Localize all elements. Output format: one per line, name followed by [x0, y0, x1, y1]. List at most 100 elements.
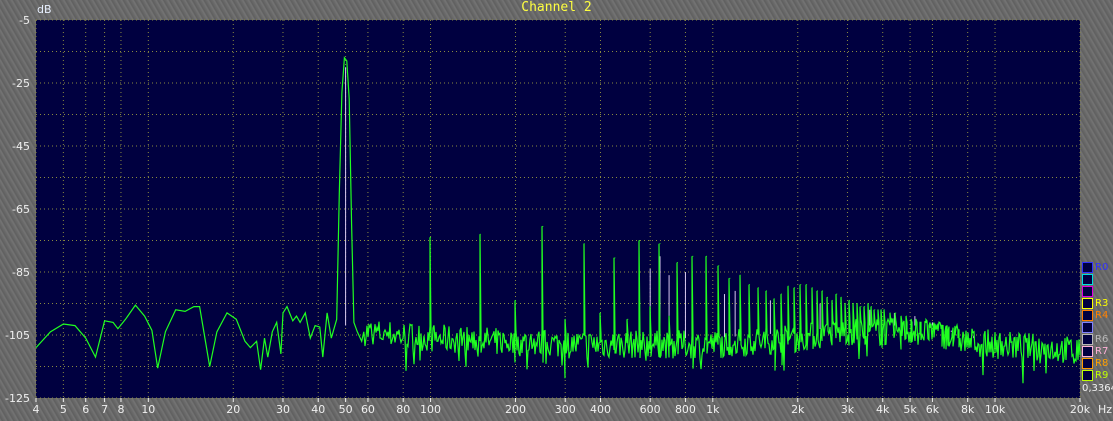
- harmonic-peak: [840, 296, 842, 298]
- harmonic-peak: [905, 315, 907, 317]
- x-tick-label: 100: [420, 403, 441, 416]
- x-tick-label: 6k: [926, 403, 940, 416]
- harmonic-peak: [944, 331, 946, 333]
- legend-label: R7: [1095, 345, 1109, 357]
- harmonic-peak: [766, 290, 768, 292]
- legend-item[interactable]: R7: [1082, 345, 1108, 357]
- harmonic-peak: [800, 284, 802, 286]
- harmonic-peak: [940, 328, 942, 330]
- harmonic-peak: [729, 277, 731, 279]
- harmonic-peak: [822, 290, 824, 292]
- legend-swatch[interactable]: [1082, 357, 1093, 369]
- harmonic-peak: [757, 287, 759, 289]
- x-tick-label: 200: [505, 403, 526, 416]
- harmonic-peak: [659, 243, 661, 245]
- harmonic-peak: [910, 318, 912, 320]
- harmonic-peak: [864, 306, 866, 308]
- harmonic-peak: [860, 306, 862, 308]
- legend-swatch[interactable]: [1082, 369, 1093, 381]
- value-readout: 0,3364: [1082, 383, 1113, 394]
- harmonic-peak: [806, 284, 808, 286]
- legend-swatch[interactable]: [1082, 345, 1093, 357]
- legend-item[interactable]: R8: [1082, 357, 1108, 369]
- legend-swatch[interactable]: [1082, 261, 1093, 273]
- harmonic-peak: [794, 287, 796, 289]
- x-tick-label: 2k: [791, 403, 805, 416]
- harmonic-peak: [718, 265, 720, 267]
- x-tick-label: 300: [555, 403, 576, 416]
- x-tick-label: 800: [675, 403, 696, 416]
- legend-swatch[interactable]: [1082, 297, 1093, 309]
- legend-swatch[interactable]: [1082, 321, 1093, 333]
- x-axis-unit: Hz: [1098, 403, 1112, 416]
- harmonic-peak: [564, 318, 566, 320]
- harmonic-peak: [430, 236, 432, 238]
- harmonic-peak: [542, 225, 544, 227]
- legend-swatch[interactable]: [1082, 333, 1093, 345]
- harmonic-peak: [948, 331, 950, 333]
- legend-item[interactable]: [1082, 273, 1108, 285]
- legend-item[interactable]: [1082, 321, 1108, 333]
- harmonic-peak: [827, 296, 829, 298]
- x-tick-label: 10k: [985, 403, 1006, 416]
- harmonic-peak: [870, 306, 872, 308]
- y-tick-label: -25: [12, 77, 30, 90]
- x-tick-label: 20k: [1070, 403, 1091, 416]
- y-tick-label: -85: [12, 266, 30, 279]
- harmonic-peak: [706, 255, 708, 257]
- harmonic-peak: [614, 257, 616, 259]
- harmonic-peak: [877, 309, 879, 311]
- legend-label: R9: [1095, 369, 1109, 381]
- x-tick-label: 40: [311, 403, 325, 416]
- harmonic-peak: [889, 312, 891, 314]
- harmonic-peak: [639, 240, 641, 241]
- harmonic-peak: [844, 303, 846, 304]
- harmonic-peak: [915, 318, 917, 320]
- x-tick-label: 600: [640, 403, 661, 416]
- trace-legend: R0 R3 R4 R6 R7 R8 R9: [1082, 261, 1108, 381]
- y-tick-label: -105: [5, 329, 30, 342]
- legend-swatch[interactable]: [1082, 273, 1093, 285]
- x-tick-label: 3k: [841, 403, 855, 416]
- harmonic-peak: [811, 287, 813, 289]
- legend-item[interactable]: R0: [1082, 261, 1108, 273]
- harmonic-peak: [773, 298, 775, 300]
- harmonic-peak: [692, 255, 694, 257]
- harmonic-peak: [836, 293, 838, 295]
- harmonic-peak: [780, 293, 782, 295]
- x-tick-label: 1k: [706, 403, 720, 416]
- legend-swatch[interactable]: [1082, 285, 1093, 297]
- harmonic-peak: [817, 290, 819, 292]
- harmonic-peak: [955, 334, 957, 336]
- harmonic-peak: [583, 243, 585, 245]
- legend-item[interactable]: R6: [1082, 333, 1108, 345]
- harmonic-peak: [649, 306, 651, 308]
- legend-swatch[interactable]: [1082, 309, 1093, 321]
- legend-item[interactable]: R3: [1082, 297, 1108, 309]
- y-tick-label: -65: [12, 203, 30, 216]
- x-tick-label: 4k: [876, 403, 890, 416]
- legend-item[interactable]: R4: [1082, 309, 1108, 321]
- x-tick-label: 60: [361, 403, 375, 416]
- x-tick-label: 80: [396, 403, 410, 416]
- legend-label: R0: [1095, 261, 1109, 273]
- x-tick-label: 20: [226, 403, 240, 416]
- harmonic-peak: [895, 312, 897, 314]
- harmonic-peak: [515, 299, 517, 301]
- harmonic-peak: [831, 299, 833, 301]
- legend-label: R6: [1095, 333, 1109, 345]
- x-tick-label: 5k: [903, 403, 917, 416]
- harmonic-peak: [668, 315, 670, 317]
- harmonic-peak: [951, 334, 953, 336]
- harmonic-peak: [677, 262, 679, 264]
- legend-item[interactable]: R9: [1082, 369, 1108, 381]
- x-tick-label: 50: [339, 403, 353, 416]
- harmonic-peak: [920, 321, 922, 323]
- harmonic-peak: [928, 325, 930, 327]
- y-tick-label: -5: [19, 14, 30, 27]
- legend-label: R8: [1095, 357, 1109, 369]
- harmonic-peak: [932, 325, 934, 327]
- x-tick-label: 30: [276, 403, 290, 416]
- harmonic-peak: [848, 299, 850, 301]
- legend-item[interactable]: [1082, 285, 1108, 297]
